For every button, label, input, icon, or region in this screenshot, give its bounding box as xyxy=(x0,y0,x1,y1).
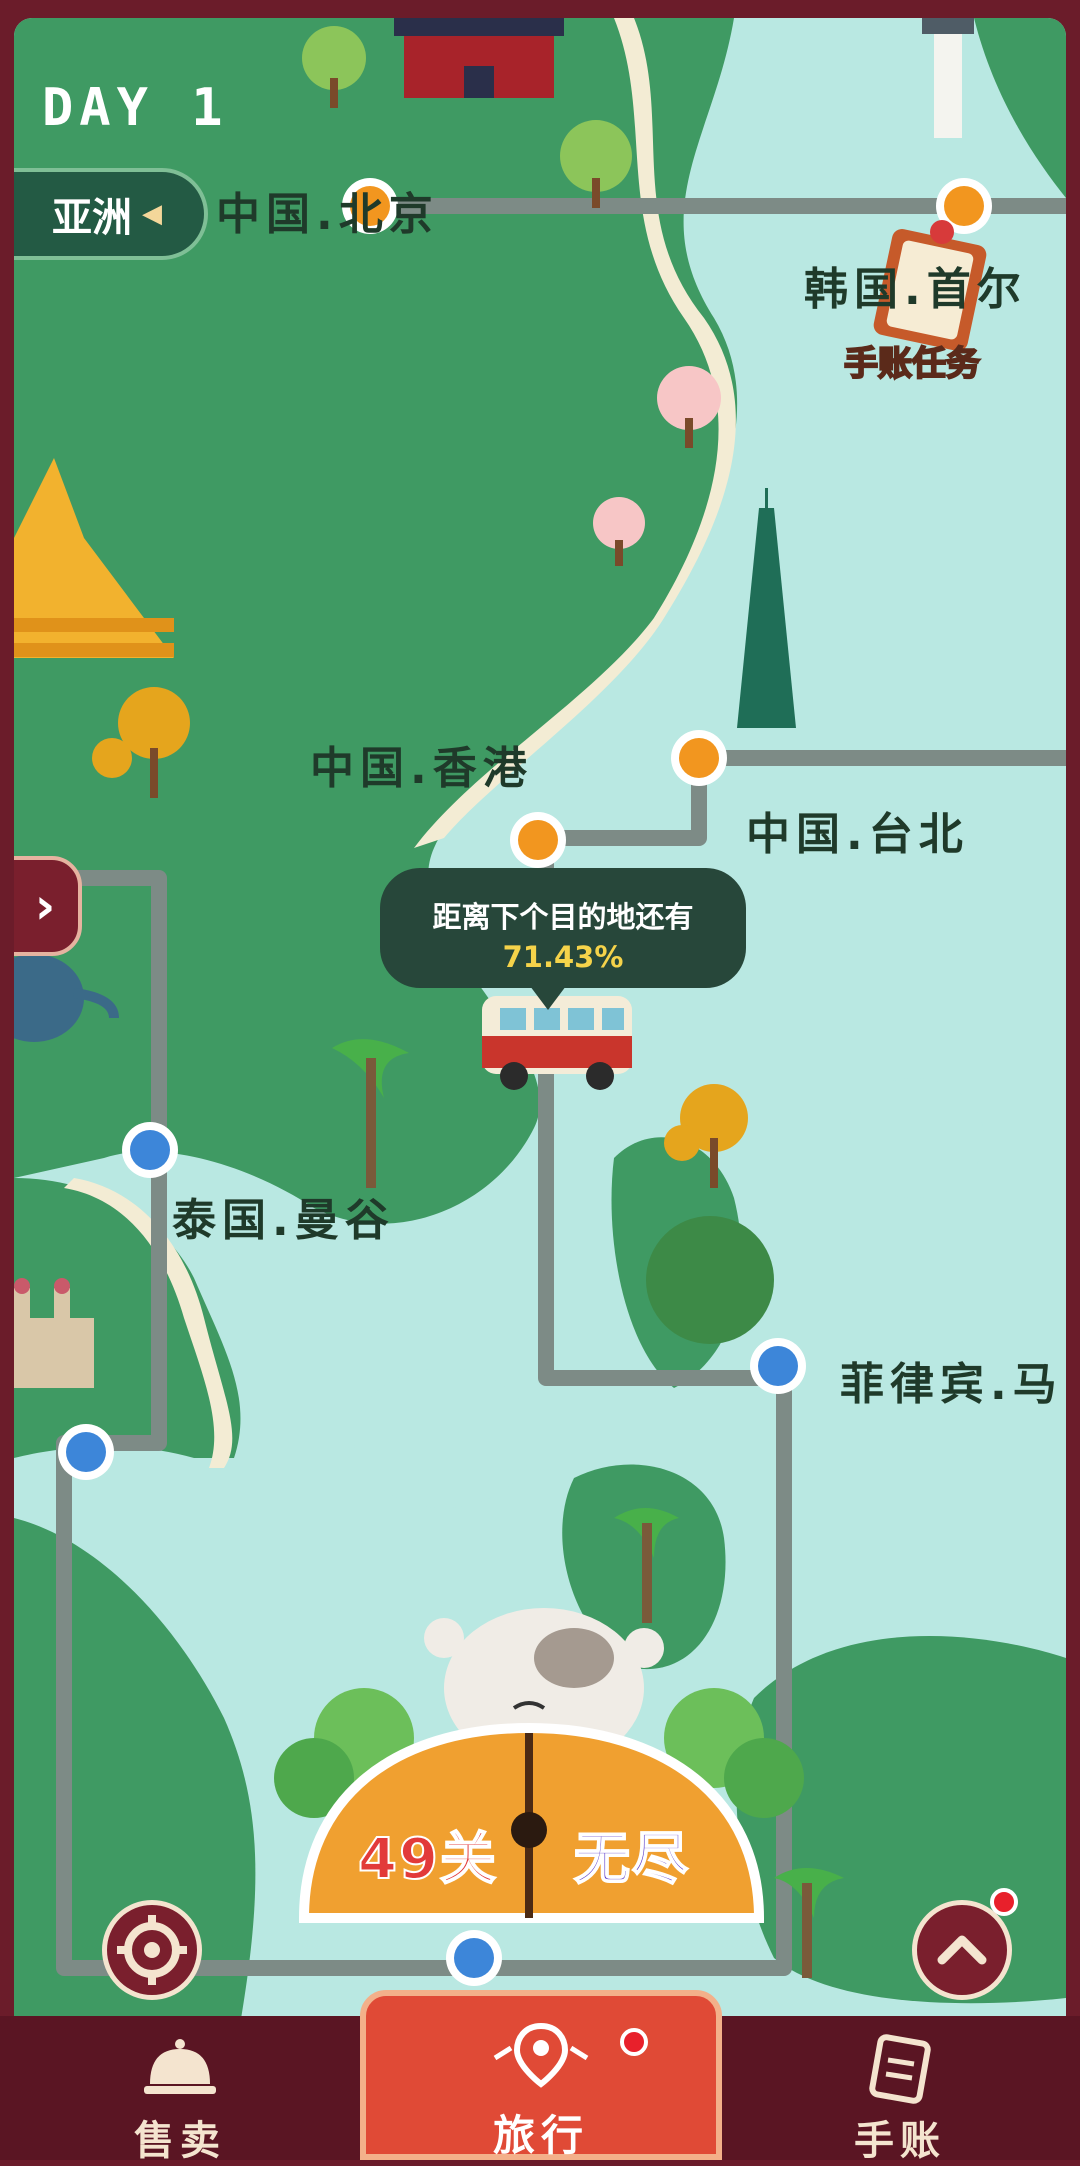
task-button[interactable]: 手账任务 xyxy=(843,336,981,385)
region-label: 亚洲 xyxy=(52,195,132,241)
tab-sell-label: 售卖 xyxy=(134,2118,226,2164)
city-taipei[interactable]: 中国.台北 xyxy=(746,798,969,862)
skyscraper-decoration xyxy=(737,488,796,728)
chevron-up-icon xyxy=(937,1935,987,1965)
distance-tooltip: 距离下个目的地还有 71.43% xyxy=(380,868,746,1010)
tower-decoration xyxy=(922,18,974,138)
tab-travel-label: 旅行 xyxy=(492,2111,589,2160)
tab-journal-label: 手账 xyxy=(854,2118,946,2164)
endless-mode-button[interactable]: 无尽 xyxy=(573,1814,690,1895)
travel-notification-dot xyxy=(620,2028,648,2056)
service-bell-icon xyxy=(144,2039,216,2094)
tab-journal[interactable]: 手账 xyxy=(800,2016,1000,2164)
map-canvas xyxy=(14,18,1066,2058)
expand-panel-button[interactable]: › xyxy=(14,856,82,956)
notification-dot xyxy=(990,1888,1018,1916)
tooltip-text: 距离下个目的地还有 xyxy=(432,900,694,934)
gear-icon xyxy=(117,1915,187,1985)
bus-sprite xyxy=(482,996,632,1090)
region-selector[interactable]: 亚洲 ◀ xyxy=(14,168,208,260)
level-mode-button[interactable]: 49关 xyxy=(357,1814,498,1895)
city-beijing[interactable]: 中国.北京 xyxy=(216,178,439,242)
day-counter: DAY 1 xyxy=(42,78,229,138)
notebook-icon xyxy=(869,2034,931,2104)
map-pin-icon xyxy=(493,2022,589,2088)
temple-decoration xyxy=(394,18,564,98)
chevron-right-icon: › xyxy=(34,877,56,935)
caret-left-icon: ◀ xyxy=(142,199,162,229)
city-philippines[interactable]: 菲律宾.马 xyxy=(840,1348,1063,1412)
scroll-up-button[interactable] xyxy=(912,1900,1012,2000)
tab-sell[interactable]: 售卖 xyxy=(80,2016,280,2164)
settings-button[interactable] xyxy=(102,1900,202,2000)
progress-percent: 71.43% xyxy=(502,940,624,974)
tab-travel[interactable]: 旅行 xyxy=(360,1990,722,2160)
city-hongkong[interactable]: 中国.香港 xyxy=(310,732,533,796)
city-seoul[interactable]: 韩国.首尔 xyxy=(804,253,1027,317)
city-bangkok[interactable]: 泰国.曼谷 xyxy=(172,1184,395,1248)
world-map: DAY 1 亚洲 ◀ 中国.北京 韩国.首尔 中国.香港 中国.台北 泰国.曼谷… xyxy=(14,18,1066,2058)
